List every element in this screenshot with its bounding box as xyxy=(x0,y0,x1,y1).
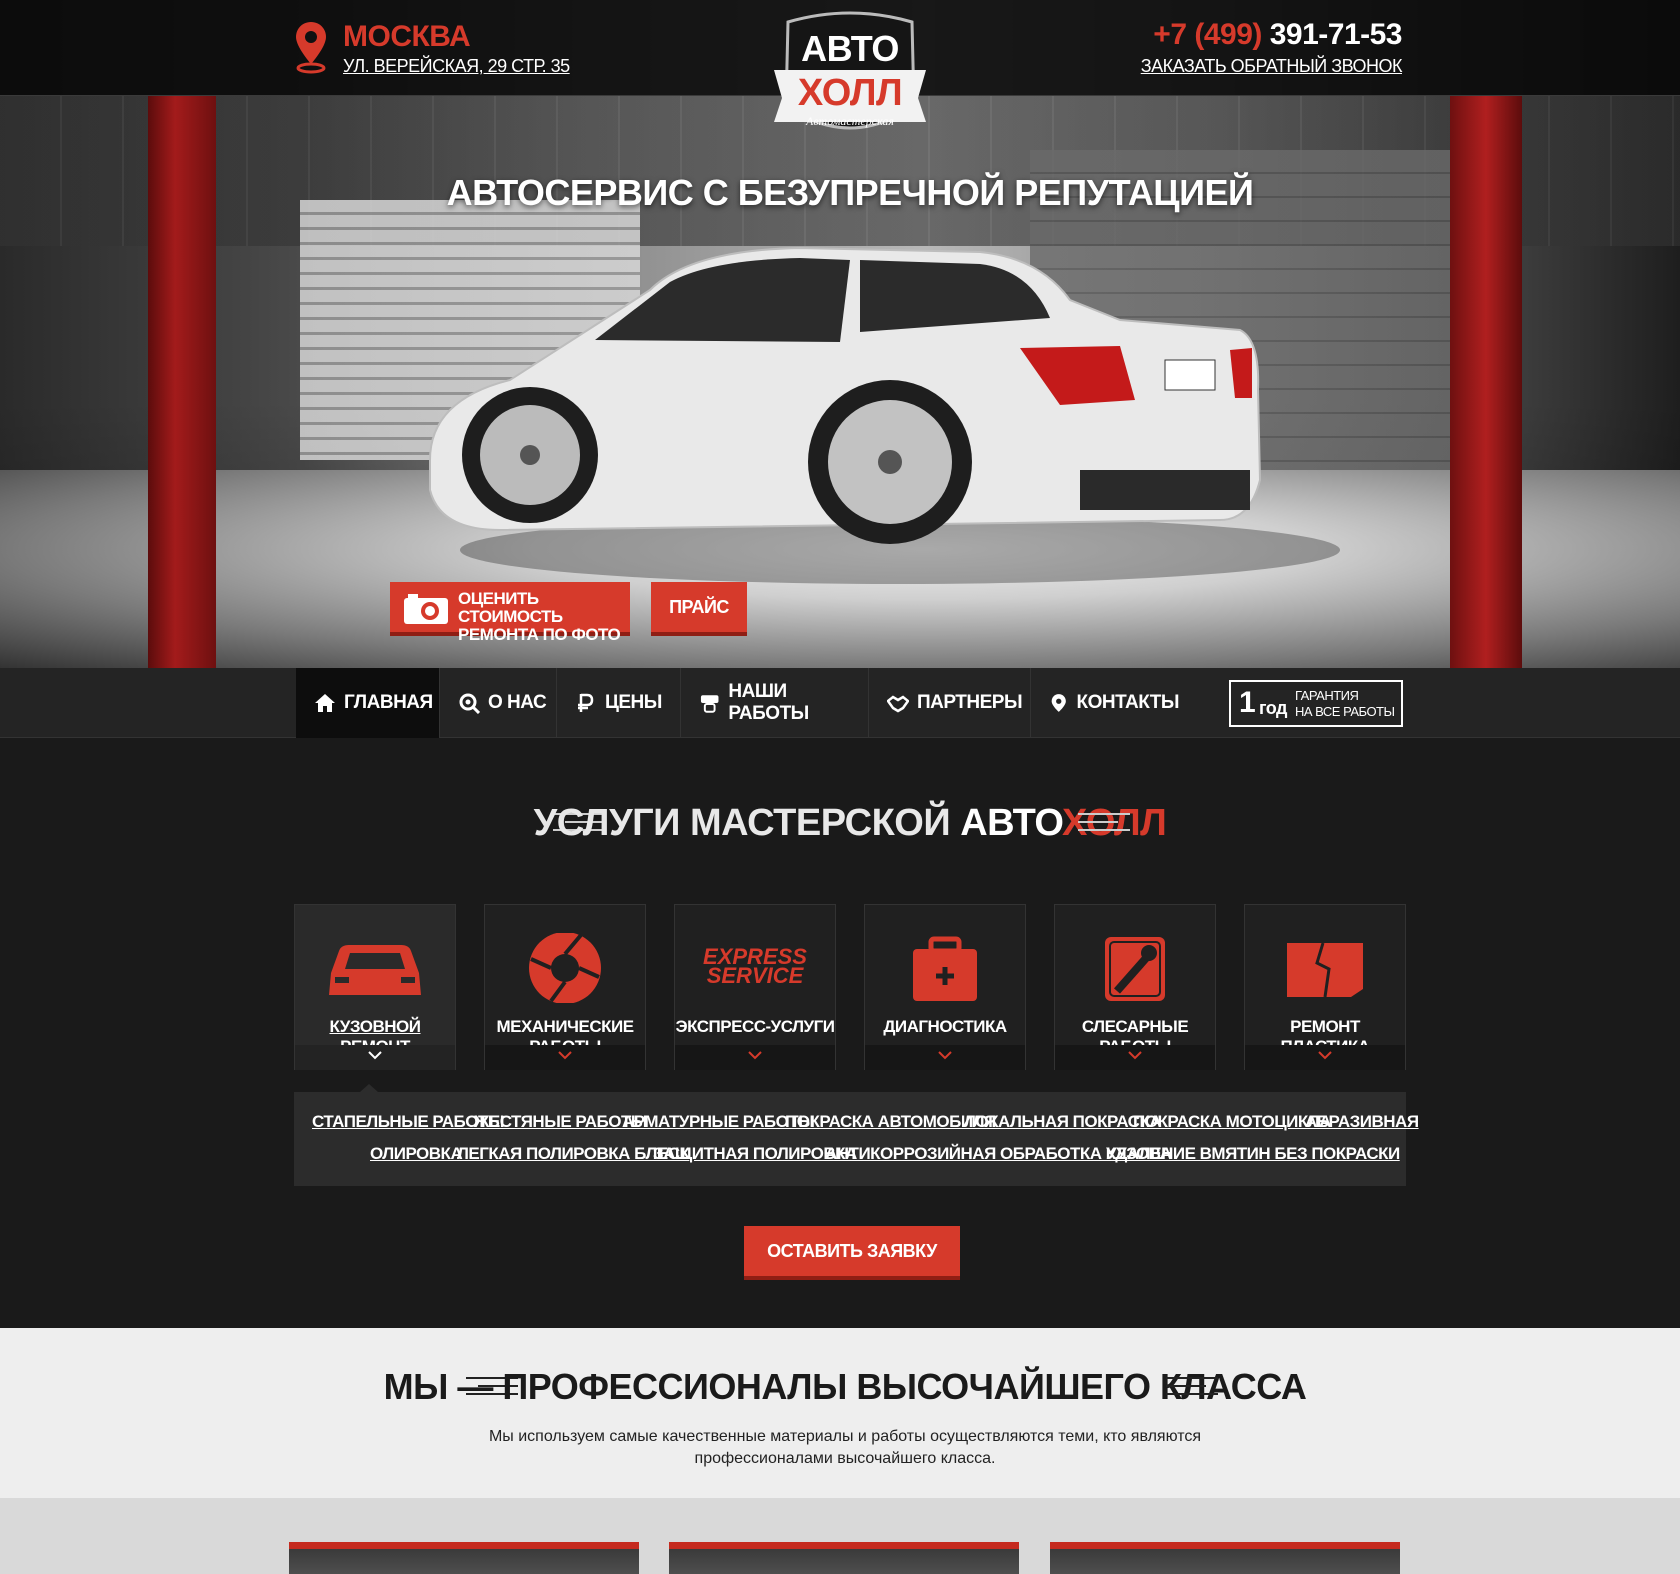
service-card-plastic[interactable]: РЕМОНТ ПЛАСТИКА xyxy=(1244,904,1406,1070)
hero-title: АВТОСЕРВИС С БЕЗУПРЕЧНОЙ РЕПУТАЦИЕЙ xyxy=(446,172,1254,213)
nav-item-about[interactable]: О НАС xyxy=(440,668,557,738)
express-line2: SERVICE xyxy=(706,963,804,988)
phone-number[interactable]: +7 (499) 391-71-53 xyxy=(1153,18,1402,52)
card-footer xyxy=(865,1045,1025,1070)
service-card-mechanical[interactable]: МЕХАНИЧЕСКИЕ РАБОТЫ xyxy=(484,904,646,1070)
sublink[interactable]: АБРАЗИВНАЯ xyxy=(1305,1112,1419,1132)
work-thumbnail[interactable] xyxy=(669,1542,1019,1574)
service-label-express: ЭКСПРЕСС-УСЛУГИ xyxy=(675,1017,835,1036)
leave-request-button[interactable]: ОСТАВИТЬ ЗАЯВКУ xyxy=(744,1226,960,1280)
card-footer xyxy=(675,1045,835,1070)
guarantee-number: 1 xyxy=(1239,686,1256,719)
estimate-label-line2: РЕМОНТА ПО ФОТО xyxy=(458,625,621,644)
guarantee-badge: 1 год ГАРАНТИЯ НА ВСЕ РАБОТЫ xyxy=(1229,680,1403,727)
logo[interactable]: АВТО ХОЛЛ Автомастерская xyxy=(768,10,932,150)
professionals-section: МЫ — ПРОФЕССИОНАЛЫ ВЫСОЧАЙШЕГО КЛАССА Мы… xyxy=(0,1328,1680,1498)
card-footer xyxy=(1055,1045,1215,1070)
handshake-icon xyxy=(887,695,909,713)
phone-code: +7 (499) xyxy=(1153,18,1262,51)
pin-icon xyxy=(1051,694,1066,712)
service-card-diagnostics[interactable]: ДИАГНОСТИКА xyxy=(864,904,1026,1070)
estimate-button-label: ОЦЕНИТЬ СТОИМОСТЬ РЕМОНТА ПО ФОТО xyxy=(458,590,628,644)
logo-tagline: Автомастерская xyxy=(806,114,894,128)
pro-description: Мы используем самые качественные материа… xyxy=(488,1428,1202,1467)
map-pin-icon xyxy=(296,22,326,74)
sublink[interactable]: ЛОКАЛЬНАЯ ПОКРАСКА xyxy=(964,1112,1162,1132)
card-footer xyxy=(485,1045,645,1070)
medkit-icon xyxy=(913,936,977,1001)
cracked-plastic-icon xyxy=(1287,942,1363,998)
guarantee-unit: год xyxy=(1259,698,1287,718)
works-gallery xyxy=(0,1498,1680,1574)
nav-label-contacts: КОНТАКТЫ xyxy=(1076,692,1179,713)
address-link[interactable]: УЛ. ВЕРЕЙСКАЯ, 29 СТР. 35 xyxy=(343,56,570,77)
chevron-down-icon xyxy=(938,1051,952,1060)
service-label-diagnostics: ДИАГНОСТИКА xyxy=(883,1017,1007,1036)
logo-text-holl: ХОЛЛ xyxy=(797,72,903,114)
chevron-down-icon xyxy=(1128,1051,1142,1060)
nav-label-about: О НАС xyxy=(488,692,547,713)
nav-label-partners: ПАРТНЕРЫ xyxy=(917,692,1023,713)
chevron-down-icon xyxy=(368,1051,382,1060)
nav-label-home: ГЛАВНАЯ xyxy=(344,692,433,713)
wheel-icon xyxy=(700,695,719,713)
services-title-avto: АВТО xyxy=(960,802,1063,844)
ruble-icon xyxy=(578,693,594,712)
body-repair-sublinks: СТАПЕЛЬНЫЕ РАБОТЫ ЖЕСТЯНЫЕ РАБОТЫ АРМАТУ… xyxy=(294,1084,1419,1186)
logo-text-avto: АВТО xyxy=(801,28,899,69)
nav-item-prices[interactable]: ЦЕНЫ xyxy=(557,668,681,738)
city-name: МОСКВА xyxy=(343,20,471,53)
camera-icon xyxy=(404,594,448,624)
car-icon xyxy=(329,945,421,995)
hero-banner: МОСКВА УЛ. ВЕРЕЙСКАЯ, 29 СТР. 35 +7 (499… xyxy=(0,0,1680,668)
express-service-icon: EXPRESS SERVICE xyxy=(675,933,835,1003)
callback-link[interactable]: ЗАКАЗАТЬ ОБРАТНЫЙ ЗВОНОК xyxy=(1141,56,1403,77)
nav-item-contacts[interactable]: КОНТАКТЫ xyxy=(1031,668,1179,738)
chevron-down-icon xyxy=(558,1051,572,1060)
services-title-part1: УСЛУГИ МАСТЕРСКОЙ xyxy=(533,802,961,844)
sublinks-pointer xyxy=(360,1084,378,1092)
services-title: УСЛУГИ МАСТЕРСКОЙ АВТОХОЛЛ xyxy=(0,802,1680,845)
nav-item-home[interactable]: ГЛАВНАЯ xyxy=(296,668,440,738)
sublink[interactable]: ПОКРАСКА МОТОЦИКЛА xyxy=(1133,1112,1331,1132)
pro-title-lines-right xyxy=(1166,1377,1218,1395)
guarantee-line2: НА ВСЕ РАБОТЫ xyxy=(1295,704,1395,719)
nav-item-works[interactable]: НАШИ РАБОТЫ xyxy=(681,668,869,738)
service-card-express[interactable]: EXPRESS SERVICE ЭКСПРЕСС-УСЛУГИ xyxy=(674,904,836,1070)
phone-digits: 391-71-53 xyxy=(1269,18,1403,51)
service-card-body-repair[interactable]: КУЗОВНОЙ РЕМОНТ xyxy=(294,904,456,1070)
title-lines-right xyxy=(1078,813,1130,831)
estimate-label-line1: ОЦЕНИТЬ СТОИМОСТЬ xyxy=(458,589,563,626)
card-footer xyxy=(295,1045,455,1070)
wrench-icon xyxy=(1105,937,1165,1001)
chevron-down-icon xyxy=(1318,1051,1332,1060)
gear-aperture-icon xyxy=(529,933,601,1003)
card-footer xyxy=(1245,1045,1405,1070)
chevron-down-icon xyxy=(748,1051,762,1060)
car-image xyxy=(429,246,1340,584)
service-card-locksmith[interactable]: СЛЕСАРНЫЕ РАБОТЫ xyxy=(1054,904,1216,1070)
estimate-by-photo-button[interactable]: ОЦЕНИТЬ СТОИМОСТЬ РЕМОНТА ПО ФОТО xyxy=(390,582,630,644)
work-thumbnail[interactable] xyxy=(289,1542,639,1574)
sublink[interactable]: УДАЛЕНИЕ ВМЯТИН БЕЗ ПОКРАСКИ xyxy=(1106,1144,1400,1164)
home-icon xyxy=(315,694,335,712)
main-nav: ГЛАВНАЯ О НАС ЦЕНЫ НАШИ РАБОТЫ ПАРТНЕРЫ … xyxy=(0,668,1680,738)
services-section: УСЛУГИ МАСТЕРСКОЙ АВТОХОЛЛ КУЗОВНОЙ РЕМО… xyxy=(0,738,1680,1328)
nav-label-works: НАШИ РАБОТЫ xyxy=(728,681,809,724)
guarantee-text: ГАРАНТИЯ НА ВСЕ РАБОТЫ xyxy=(1295,688,1395,720)
work-thumbnail[interactable] xyxy=(1050,1542,1400,1574)
search-gear-icon xyxy=(459,693,480,714)
sublink[interactable]: ОЛИРОВКА xyxy=(370,1144,463,1164)
price-button[interactable]: ПРАЙС xyxy=(651,582,747,636)
guarantee-line1: ГАРАНТИЯ xyxy=(1295,688,1359,703)
nav-label-prices: ЦЕНЫ xyxy=(605,692,662,713)
pro-title: МЫ — ПРОФЕССИОНАЛЫ ВЫСОЧАЙШЕГО КЛАССА xyxy=(383,1366,1307,1407)
nav-item-partners[interactable]: ПАРТНЕРЫ xyxy=(869,668,1031,738)
